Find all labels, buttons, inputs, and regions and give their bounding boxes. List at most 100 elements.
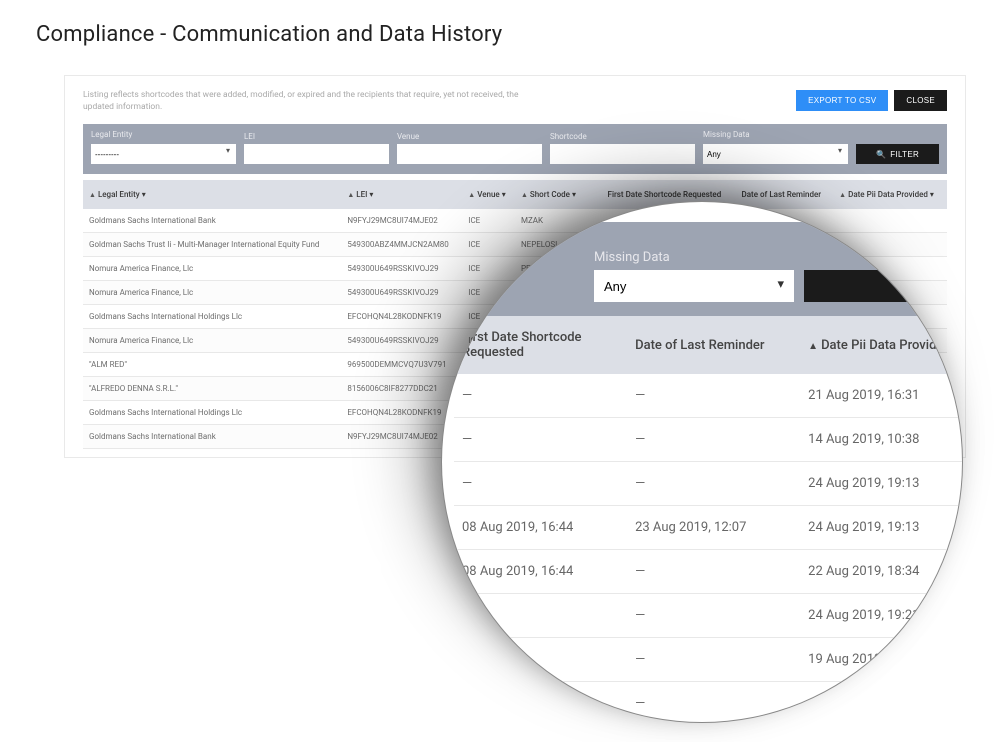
cell-entity: Goldmans Sachs International Bank — [83, 209, 341, 233]
lens-row[interactable]: ——24 Aug 2019, 19:21 — [454, 594, 962, 638]
lens-cell-pii: 19 Aug 2019, 00:00 — [800, 638, 962, 682]
lens-cell-last: — — [627, 418, 800, 462]
lens-cell-last: — — [627, 462, 800, 506]
cell-entity: "ALM RED" — [83, 353, 341, 377]
filter-shortcode: Shortcode — [550, 132, 695, 164]
panel-header: Listing reflects shortcodes that were ad… — [83, 90, 947, 114]
col-legal-entity[interactable]: ▲Legal Entity ▾ — [83, 180, 341, 209]
lens-cell-pii: 14 Aug 2019, 10:38 — [800, 418, 962, 462]
lens-filter-label: Missing Data — [594, 250, 794, 265]
lens-cell-last: — — [627, 682, 800, 723]
cell-entity: "ALFREDO DENNA S.R.L." — [83, 377, 341, 401]
lens-row[interactable]: ——24 Aug 2019, 19:13 — [454, 462, 962, 506]
lens-row[interactable]: 08 Aug 2019, 16:4423 Aug 2019, 12:0724 A… — [454, 506, 962, 550]
lens-cell-last: 23 Aug 2019, 12:07 — [627, 506, 800, 550]
col-lei[interactable]: ▲LEI ▾ — [341, 180, 462, 209]
lens-cell-pii: 24 Aug 2019, 19:13 — [800, 506, 962, 550]
filter-label: Shortcode — [550, 132, 695, 141]
lens-cell-first: 08 Aug 2019, 16:44 — [454, 506, 627, 550]
lens-row[interactable]: ——21 Aug 2019, 16:31 — [454, 374, 962, 418]
cell-lei: 8156006C8IF8277DDC21 — [341, 377, 462, 401]
cell-lei: EFCOHQN4L28KODNFK19 — [341, 305, 462, 329]
filter-bar: Legal Entity --------- LEI Venue Shortco… — [83, 124, 947, 175]
sort-icon: ▲ — [839, 191, 846, 199]
lens-row[interactable]: g 2019, 14:01—— — [454, 682, 962, 723]
lens-col-pii[interactable]: ▲Date Pii Data Provided — [800, 316, 962, 374]
filter-button-label: FILTER — [890, 150, 919, 159]
legal-entity-select[interactable]: --------- — [91, 144, 236, 164]
lens-col-last[interactable]: Date of Last Reminder — [627, 316, 800, 374]
col-short-code[interactable]: ▲Short Code ▾ — [515, 180, 602, 209]
cell-entity: Goldman Sachs Trust Ii - Multi-Manager I… — [83, 233, 341, 257]
filter-label: Legal Entity — [91, 130, 236, 139]
col-last-reminder[interactable]: Date of Last Reminder — [736, 180, 834, 209]
cell-lei: N9FYJ29MC8UI74MJE02 — [341, 209, 462, 233]
filter-label: Missing Data — [703, 130, 848, 139]
cell-lei: 549300U649RSSKIVOJ29 — [341, 281, 462, 305]
lens-cell-first: — — [454, 462, 627, 506]
col-pii-provided[interactable]: ▲Date Pii Data Provided ▾ — [833, 180, 947, 209]
lens-cell-first: g 2019, 14:01 — [454, 682, 627, 723]
filter-button[interactable]: 🔍 FILTER — [856, 144, 939, 164]
description-text: Listing reflects shortcodes that were ad… — [83, 90, 533, 114]
dropdown-icon: ▾ — [502, 190, 506, 199]
dropdown-icon: ▾ — [572, 190, 576, 199]
venue-input[interactable] — [397, 144, 542, 164]
lens-cell-pii: 24 Aug 2019, 19:21 — [800, 594, 962, 638]
dropdown-icon: ▾ — [930, 190, 934, 199]
cell-entity: Nomura America Finance, Llc — [83, 329, 341, 353]
close-button[interactable]: CLOSE — [894, 90, 947, 111]
lens-row[interactable]: ——19 Aug 2019, 00:00 — [454, 638, 962, 682]
missing-data-select[interactable]: Any — [703, 144, 848, 164]
filter-venue: Venue — [397, 132, 542, 164]
lens-filter-bar: Missing Data Any — [454, 222, 962, 316]
lens-cell-first: — — [454, 374, 627, 418]
sort-icon: ▲ — [347, 191, 354, 199]
lens-cell-first: — — [454, 638, 627, 682]
filter-label: LEI — [244, 132, 389, 141]
shortcode-input[interactable] — [550, 144, 695, 164]
cell-entity: Goldmans Sachs International Bank — [83, 425, 341, 449]
dropdown-icon: ▾ — [369, 190, 373, 199]
sort-icon: ▲ — [521, 191, 528, 199]
lens-row[interactable]: ——14 Aug 2019, 10:38 — [454, 418, 962, 462]
cell-lei: 549300U649RSSKIVOJ29 — [341, 257, 462, 281]
lens-cell-pii: — — [800, 682, 962, 723]
lens-cell-first: — — [454, 594, 627, 638]
lens-row[interactable]: 08 Aug 2019, 16:44—22 Aug 2019, 18:34 — [454, 550, 962, 594]
cell-entity: Nomura America Finance, Llc — [83, 281, 341, 305]
cell-lei: 969500DEMMCVQ7U3V791 — [341, 353, 462, 377]
cell-lei: 549300U649RSSKIVOJ29 — [341, 329, 462, 353]
lei-input[interactable] — [244, 144, 389, 164]
lens-cell-pii: 21 Aug 2019, 16:31 — [800, 374, 962, 418]
lens-cell-pii: 24 Aug 2019, 19:13 — [800, 462, 962, 506]
cell-lei: 549300ABZ4MMJCN2AM80 — [341, 233, 462, 257]
lens-missing-select[interactable]: Any — [594, 270, 794, 302]
lens-cell-first: 08 Aug 2019, 16:44 — [454, 550, 627, 594]
sort-icon: ▲ — [468, 191, 475, 199]
page-title: Compliance - Communication and Data Hist… — [0, 0, 1002, 47]
lens-table: First Date Shortcode Requested Date of L… — [454, 316, 962, 722]
sort-icon: ▲ — [89, 191, 96, 199]
lens-cell-last: — — [627, 550, 800, 594]
cell-entity: Goldmans Sachs International Holdings Ll… — [83, 401, 341, 425]
lens-filter-button[interactable] — [804, 270, 924, 302]
search-icon: 🔍 — [876, 150, 886, 159]
lens-filter-missing: Missing Data Any — [594, 250, 794, 302]
lens-cell-first: — — [454, 418, 627, 462]
export-csv-button[interactable]: EXPORT TO CSV — [796, 90, 888, 111]
filter-lei: LEI — [244, 132, 389, 164]
cell-entity: Nomura America Finance, Llc — [83, 257, 341, 281]
sort-icon: ▲ — [808, 341, 818, 352]
col-venue[interactable]: ▲Venue ▾ — [462, 180, 515, 209]
filter-legal-entity: Legal Entity --------- — [91, 130, 236, 165]
zoom-lens: Missing Data Any First Date Shortcode Re… — [442, 202, 962, 722]
header-buttons: EXPORT TO CSV CLOSE — [796, 90, 947, 111]
filter-label: Venue — [397, 132, 542, 141]
dropdown-icon: ▾ — [142, 190, 146, 199]
lens-cell-last: — — [627, 638, 800, 682]
lens-cell-last: — — [627, 374, 800, 418]
lens-col-first[interactable]: First Date Shortcode Requested — [454, 316, 627, 374]
lens-cell-pii: 22 Aug 2019, 18:34 — [800, 550, 962, 594]
cell-entity: Goldmans Sachs International Holdings Ll… — [83, 305, 341, 329]
